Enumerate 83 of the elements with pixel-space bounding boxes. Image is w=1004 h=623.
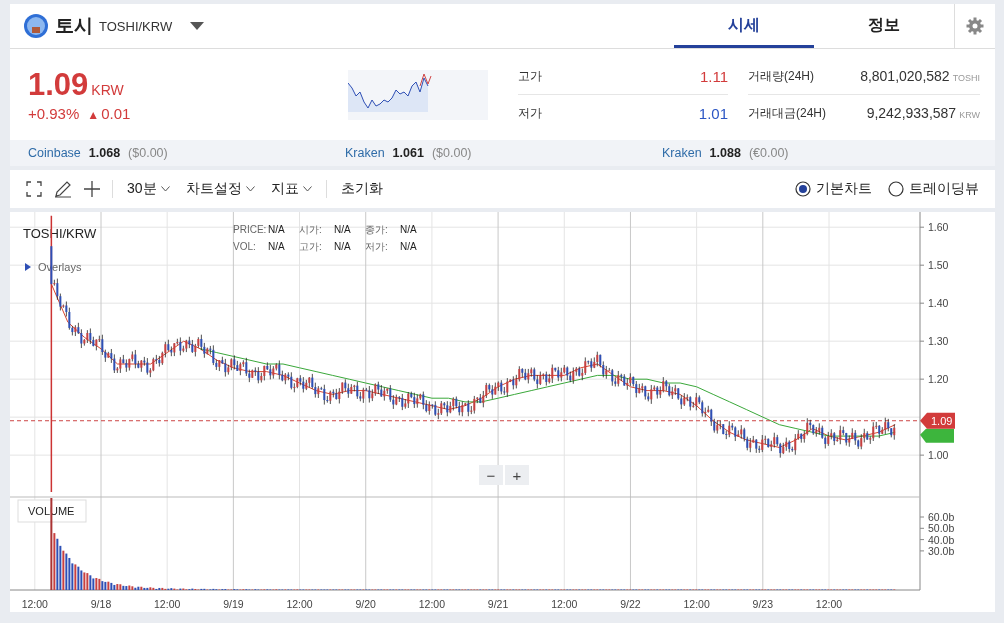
coin-name: 토시 (55, 14, 93, 38)
legend-label: 시가: (299, 224, 322, 235)
radio-label: 기본차트 (816, 180, 872, 198)
price-axis-label: 1.40 (928, 297, 949, 310)
tab[interactable]: 정보 (814, 4, 954, 48)
stat-label: 고가 (518, 67, 542, 85)
legend-label: 고가: (299, 241, 322, 252)
radio-label: 트레이딩뷰 (909, 180, 979, 198)
time-axis-label: 9/21 (487, 598, 509, 610)
legend-value: N/A (268, 224, 285, 235)
price-axis-label: 1.50 (928, 259, 949, 272)
time-axis-label: 12:00 (418, 598, 446, 610)
stat-value: 1.11 (699, 67, 728, 85)
price-axis-label: 1.30 (928, 335, 949, 348)
exchange-price: 1.061 (392, 146, 424, 160)
crosshair-icon[interactable] (84, 181, 100, 197)
price-axis-label: 1.60 (928, 221, 949, 234)
pair-label: TOSHI/KRW (99, 18, 173, 34)
legend-value: N/A (400, 224, 417, 235)
legend-label: VOL: (233, 241, 256, 252)
time-axis-label: 12:00 (154, 598, 181, 610)
chevron-icon (302, 186, 312, 192)
price-unit: KRW (91, 82, 124, 98)
exchange-link[interactable]: Coinbase (28, 146, 81, 160)
time-axis-label: 12:00 (21, 598, 48, 610)
legend-value: N/A (268, 241, 285, 252)
zoom-out-button[interactable]: − (479, 465, 503, 485)
legend-value: N/A (400, 241, 417, 252)
time-axis-label: 9/19 (223, 598, 244, 610)
volume-axis-label: 50.0b (928, 522, 955, 535)
legend-value: N/A (334, 241, 351, 252)
stat-value: 9,242,933,587 (866, 105, 957, 121)
radio-button[interactable] (795, 181, 811, 197)
legend-value: N/A (334, 224, 351, 235)
time-axis-label: 9/22 (620, 598, 641, 610)
tab[interactable]: 시세 (674, 4, 814, 48)
menu-dropdown[interactable]: 차트설정 (183, 178, 257, 200)
radio-button[interactable] (888, 181, 904, 197)
chevron-icon (245, 186, 255, 192)
time-axis-label: 12:00 (683, 598, 710, 610)
fullscreen-icon[interactable] (26, 181, 42, 197)
time-axis-label: 9/18 (90, 598, 112, 610)
current-price: 1.09 (28, 67, 89, 103)
stat-value: 8,801,020,582 (860, 68, 950, 84)
exchange-link[interactable]: Kraken (662, 146, 702, 160)
price-axis-label: 1.20 (928, 373, 949, 386)
zoom-in-button[interactable]: + (505, 465, 529, 485)
exchange-diff: ($0.00) (128, 146, 168, 160)
stat-value: 1.01 (698, 104, 728, 122)
stat-label: 거래량(24H) (748, 67, 814, 85)
chevron-icon (160, 186, 170, 192)
time-axis-label: 9/20 (355, 598, 376, 610)
stat-unit: KRW (959, 110, 980, 120)
legend-label: 저가: (365, 241, 388, 252)
exchange-diff: (€0.00) (748, 146, 789, 160)
price-axis-label: 1.00 (928, 449, 949, 462)
time-axis-label: 12:00 (815, 598, 843, 610)
exchange-price: 1.068 (88, 146, 121, 160)
pencil-icon[interactable] (54, 180, 72, 198)
volume-axis-label: 40.0b (928, 533, 955, 546)
change-percent: +0.93% (28, 105, 80, 122)
legend-label: PRICE: (233, 224, 267, 235)
interval-dropdown[interactable]: 30분 (125, 178, 172, 200)
caret-icon[interactable] (190, 22, 205, 30)
coin-logo-icon (23, 13, 49, 39)
exchange-link[interactable]: Kraken (345, 146, 385, 160)
menu-dropdown[interactable]: 지표 (268, 178, 314, 200)
time-axis-label: 12:00 (286, 598, 313, 610)
time-axis-label: 9/23 (752, 598, 774, 610)
exchange-diff: ($0.00) (431, 146, 472, 160)
volume-axis-label: 30.0b (928, 544, 955, 557)
expand-triangle-icon[interactable] (25, 263, 31, 271)
current-price-tag: 1.09 (920, 412, 955, 429)
legend-label: 종가: (365, 224, 388, 235)
time-axis-label: 12:00 (551, 598, 578, 610)
settings-icon[interactable] (966, 17, 984, 35)
change-amount: ▲0.01 (87, 105, 131, 122)
stat-unit: TOSHI (952, 73, 980, 83)
stat-label: 저가 (518, 104, 542, 122)
stat-label: 거래대금(24H) (748, 104, 826, 122)
exchange-price: 1.088 (709, 146, 741, 160)
reset-button[interactable]: 초기화 (338, 178, 385, 200)
volume-axis-label: 60.0b (928, 511, 955, 523)
